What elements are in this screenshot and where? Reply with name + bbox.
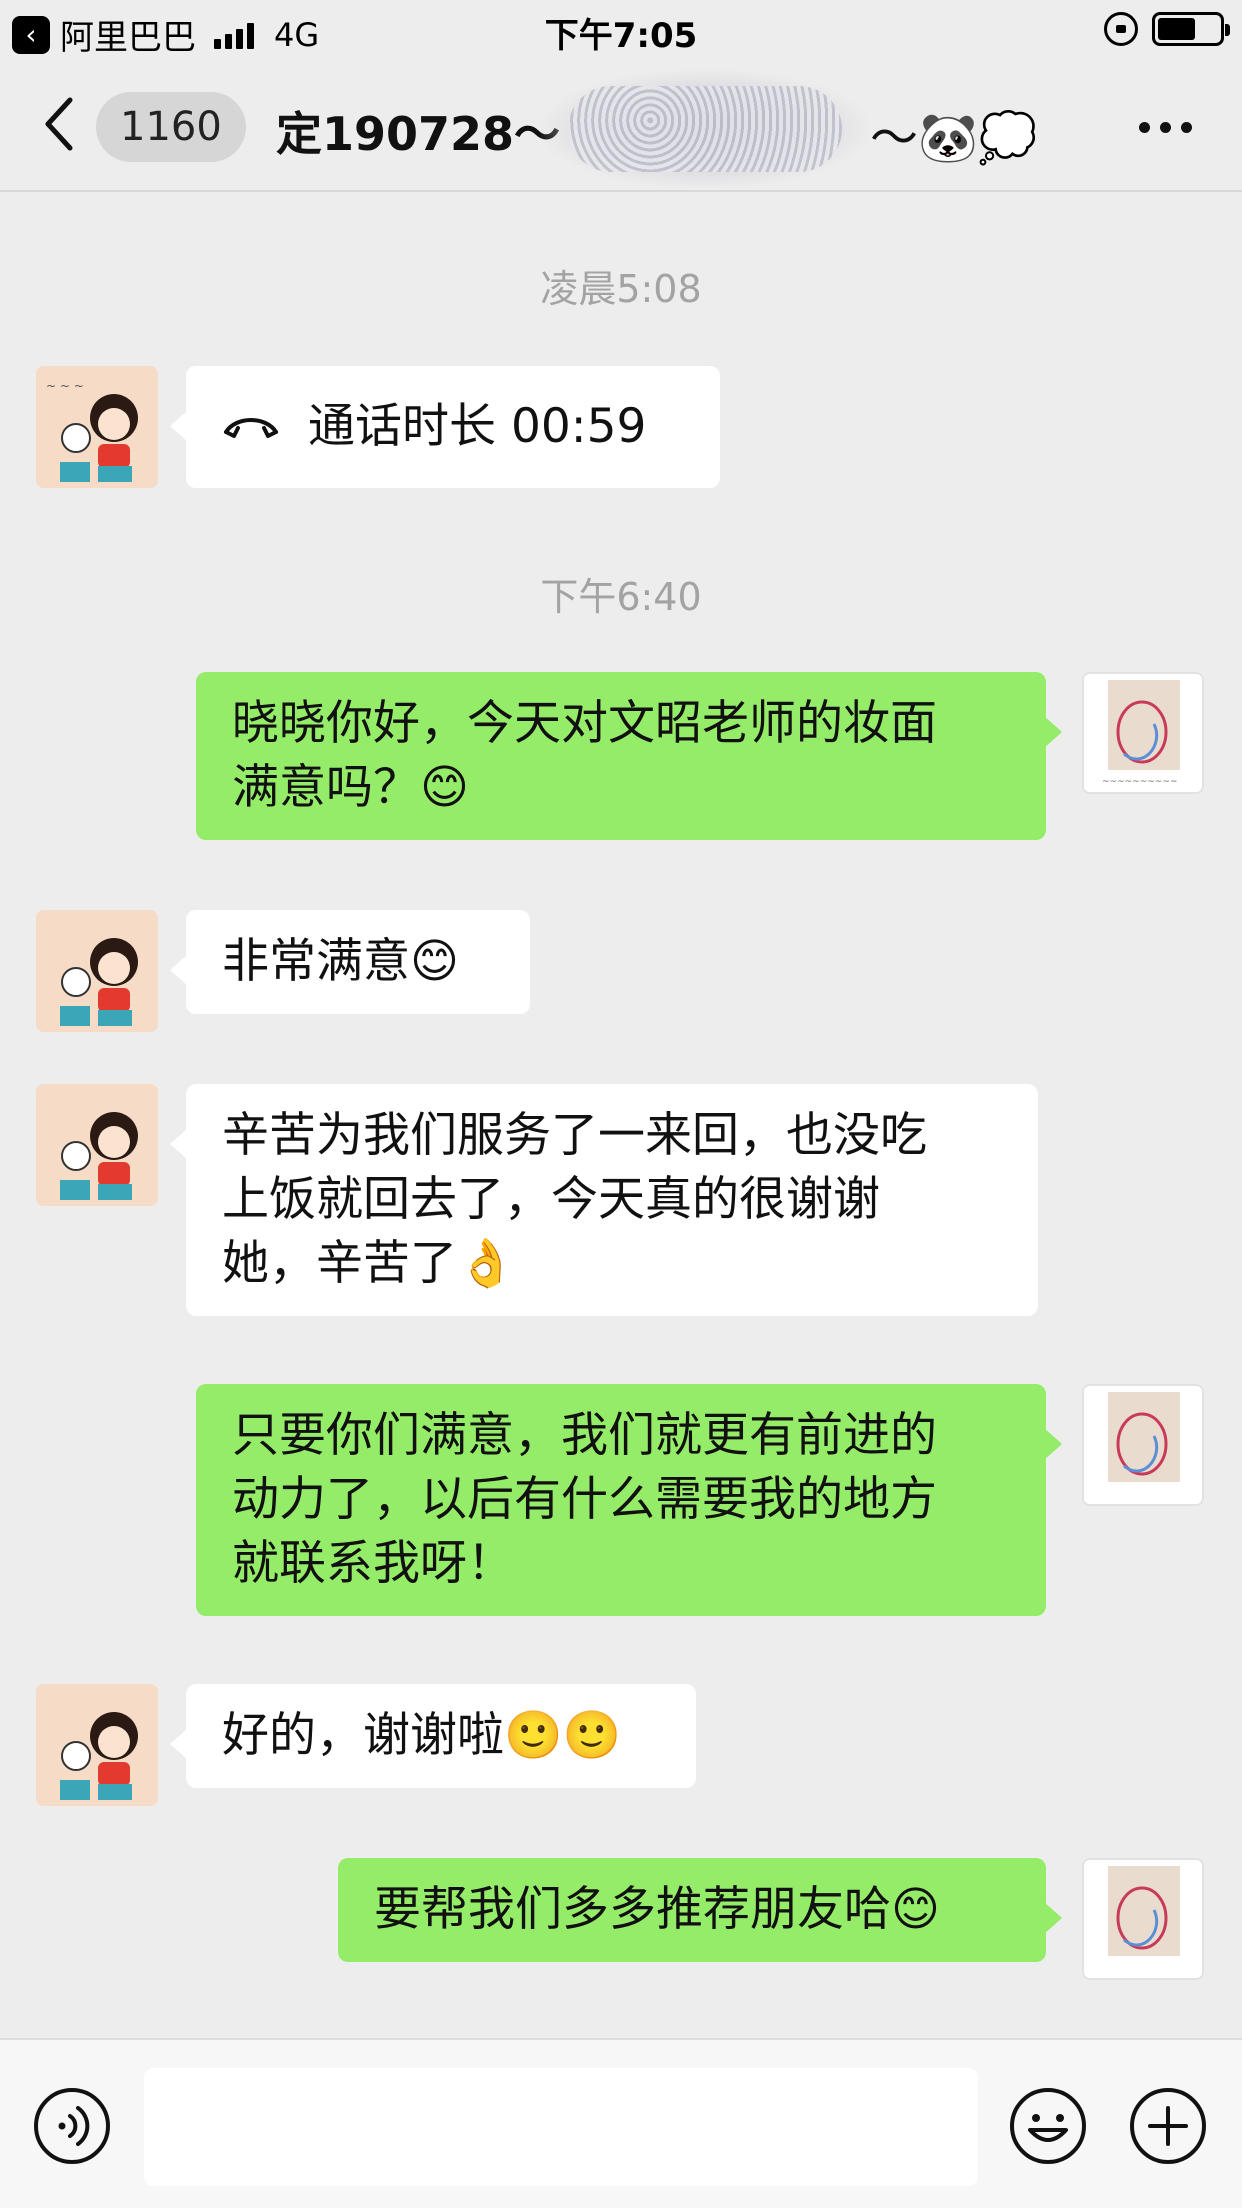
chat-title-suffix: ～🐼💭	[870, 110, 1038, 166]
incoming-message-bubble[interactable]: 好的，谢谢啦🙂🙂	[170, 1684, 696, 1788]
message-line: 动力了，以后有什么需要我的地方	[232, 1472, 937, 1527]
timestamp: 下午6:40	[540, 575, 702, 619]
outgoing-message-bubble[interactable]: 晓晓你好，今天对文昭老师的妆面 满意吗？😊	[196, 672, 1062, 840]
call-record-bubble[interactable]: 通话时长 00:59	[170, 366, 720, 488]
contact-avatar[interactable]	[36, 1084, 158, 1206]
contact-avatar[interactable]: ~ ~ ~	[36, 366, 158, 488]
call-duration-text: 通话时长 00:59	[308, 399, 647, 454]
message-line: 她，辛苦了👌	[222, 1236, 516, 1291]
status-time: 下午7:05	[544, 16, 698, 56]
unread-count-badge[interactable]: 1160	[96, 92, 246, 162]
more-dots-icon	[1139, 122, 1150, 133]
my-avatar[interactable]	[1082, 1858, 1204, 1980]
outgoing-message-bubble[interactable]: 只要你们满意，我们就更有前进的 动力了，以后有什么需要我的地方 就联系我呀！	[196, 1384, 1062, 1616]
cartoon-girl-avatar-icon	[36, 1684, 158, 1806]
sketch-logo-avatar-icon	[1084, 1386, 1202, 1504]
chat-header: 1160 定190728～ ～🐼💭	[0, 62, 1242, 192]
message-input-bar	[0, 2038, 1242, 2208]
contact-avatar[interactable]	[36, 1684, 158, 1806]
svg-text:~~~~~~~~~~: ~~~~~~~~~~	[1102, 777, 1177, 787]
my-avatar[interactable]	[1082, 1384, 1204, 1506]
message-line: 上饭就回去了，今天真的很谢谢	[222, 1172, 880, 1227]
message-line: 晓晓你好，今天对文昭老师的妆面	[232, 696, 937, 751]
message-line: 要帮我们多多推荐朋友哈😊	[374, 1882, 940, 1937]
chat-title: 定190728～	[276, 107, 561, 161]
svg-text:~ ~ ~: ~ ~ ~	[46, 379, 84, 393]
cartoon-girl-avatar-icon	[36, 910, 158, 1032]
redacted-name-blur	[540, 70, 870, 188]
message-input[interactable]	[144, 2068, 978, 2186]
plus-icon[interactable]	[1128, 2086, 1208, 2166]
message-list[interactable]: 凌晨5:08 ~ ~ ~ 通话时长 00:59 下午6:40 晓晓你好，今天对文…	[0, 194, 1242, 2038]
message-line: 满意吗？😊	[232, 760, 469, 815]
rotation-lock-icon	[1104, 12, 1138, 46]
message-line: 就联系我呀！	[232, 1536, 514, 1591]
status-right	[1104, 12, 1230, 46]
sketch-logo-avatar-icon	[1084, 1860, 1202, 1978]
my-avatar[interactable]: ~~~~~~~~~~	[1082, 672, 1204, 794]
voice-icon[interactable]	[32, 2086, 112, 2166]
more-options-button[interactable]	[1139, 122, 1192, 133]
phone-hangup-icon	[224, 418, 278, 438]
incoming-message-bubble[interactable]: 非常满意😊	[170, 910, 530, 1014]
timestamp: 凌晨5:08	[540, 267, 702, 311]
contact-avatar[interactable]	[36, 910, 158, 1032]
battery-icon	[1152, 12, 1230, 46]
message-line: 非常满意😊	[222, 934, 459, 989]
status-bar: ‹ 阿里巴巴 4G 下午7:05	[0, 0, 1242, 62]
incoming-message-bubble[interactable]: 辛苦为我们服务了一来回，也没吃 上饭就回去了，今天真的很谢谢 她，辛苦了👌	[170, 1084, 1038, 1316]
emoji-icon[interactable]	[1008, 2086, 1088, 2166]
outgoing-message-bubble[interactable]: 要帮我们多多推荐朋友哈😊	[338, 1858, 1062, 1962]
back-arrow-icon[interactable]	[40, 94, 80, 154]
message-line: 好的，谢谢啦🙂🙂	[222, 1708, 622, 1763]
message-line: 只要你们满意，我们就更有前进的	[232, 1408, 937, 1463]
cartoon-girl-avatar-icon	[36, 1084, 158, 1206]
message-line: 辛苦为我们服务了一来回，也没吃	[222, 1108, 927, 1163]
cartoon-girl-avatar-icon: ~ ~ ~	[36, 366, 158, 488]
sketch-logo-avatar-icon: ~~~~~~~~~~	[1084, 674, 1202, 792]
